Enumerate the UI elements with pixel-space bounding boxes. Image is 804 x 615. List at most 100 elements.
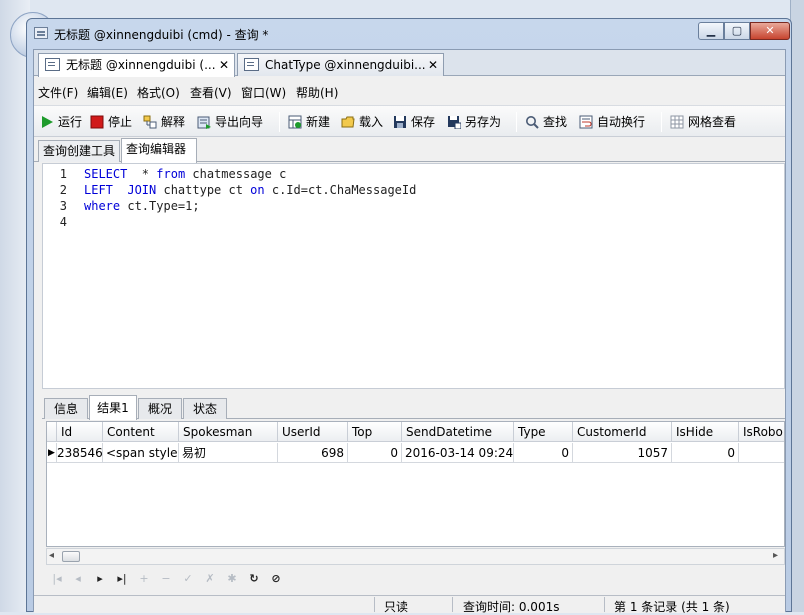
load-button[interactable]: 载入 (341, 113, 383, 131)
tab-query-editor[interactable]: 查询编辑器 (121, 138, 197, 163)
record-navigator: |◂ ◂ ▸ ▸| + − ✓ ✗ ✱ ↻ ⊘ (46, 570, 785, 590)
cell-customerid[interactable]: 1057 (573, 443, 672, 463)
word-wrap-button[interactable]: 自动换行 (579, 113, 645, 131)
tab-untitled-query[interactable]: 无标题 @xinnengduibi (... ✕ (38, 53, 235, 77)
new-button[interactable]: 新建 (288, 113, 330, 131)
add-record-icon[interactable]: + (137, 572, 151, 586)
column-header-senddatetime[interactable]: SendDatetime (402, 422, 514, 442)
save-as-label: 另存为 (465, 115, 502, 129)
grid-view-button[interactable]: 网格查看 (670, 113, 736, 131)
table-icon (45, 58, 60, 71)
next-record-icon[interactable]: ▸ (93, 572, 107, 586)
run-button[interactable]: 运行 (40, 113, 82, 131)
minimize-button[interactable]: ▁ (698, 22, 724, 40)
table-icon (244, 58, 259, 71)
last-record-icon[interactable]: ▸| (115, 572, 129, 586)
row-marker: ▶ (47, 443, 57, 463)
column-header-top[interactable]: Top (348, 422, 402, 442)
sql-token: chatmessage c (185, 167, 287, 181)
grid-view-label: 网格查看 (688, 115, 737, 129)
row-header-corner (47, 422, 57, 442)
menu-bar: 文件(F) 编辑(E) 格式(O) 查看(V) 窗口(W) 帮助(H) (34, 77, 785, 105)
toolbar-separator (661, 112, 662, 132)
cell-senddatetime[interactable]: 2016-03-14 09:24:4 (402, 443, 514, 463)
code-line[interactable]: SELECT * from chatmessage c (84, 167, 286, 181)
sql-keyword: on (250, 183, 265, 197)
clear-icon[interactable]: ✱ (225, 572, 239, 586)
status-separator (604, 597, 605, 612)
status-separator (452, 597, 453, 612)
tab-result1[interactable]: 结果1 (89, 395, 137, 420)
tab-profile[interactable]: 概况 (138, 398, 182, 419)
background-window-edge (790, 0, 804, 612)
menu-view[interactable]: 查看(V) (190, 84, 232, 101)
sql-token: chattype ct (156, 183, 251, 197)
stop-label: 停止 (108, 115, 133, 129)
save-as-button[interactable]: 另存为 (447, 113, 501, 131)
find-label: 查找 (543, 115, 568, 129)
record-count-status: 第 1 条记录 (共 1 条) (614, 600, 730, 614)
prev-record-icon[interactable]: ◂ (71, 572, 85, 586)
column-header-spokesman[interactable]: Spokesman (179, 422, 278, 442)
grid-icon (670, 115, 684, 129)
close-tab-icon[interactable]: ✕ (428, 54, 438, 76)
stop-button[interactable]: 停止 (90, 113, 132, 131)
tab-chattype[interactable]: ChatType @xinnengduibi... ✕ (237, 53, 444, 76)
word-wrap-icon (579, 115, 593, 129)
cell-ishide[interactable]: 0 (672, 443, 739, 463)
save-button[interactable]: 保存 (393, 113, 435, 131)
result-grid[interactable]: Id Content Spokesman UserId Top SendDate… (46, 421, 785, 547)
first-record-icon[interactable]: |◂ (50, 572, 64, 586)
scroll-thumb[interactable] (62, 551, 80, 562)
play-icon (40, 115, 54, 129)
scroll-right-icon[interactable]: ▸ (773, 550, 778, 561)
maximize-button[interactable]: ▢ (724, 22, 750, 40)
cell-content[interactable]: <span style= (103, 443, 179, 463)
menu-file[interactable]: 文件(F) (38, 84, 78, 101)
document-tabs: 无标题 @xinnengduibi (... ✕ ChatType @xinne… (34, 50, 785, 77)
discard-changes-icon[interactable]: ✗ (203, 572, 217, 586)
column-header-ishide[interactable]: IsHide (672, 422, 739, 442)
refresh-icon[interactable]: ↻ (247, 572, 261, 586)
tab-query-builder[interactable]: 查询创建工具 (38, 140, 120, 162)
cell-userid[interactable]: 698 (278, 443, 348, 463)
cell-top[interactable]: 0 (348, 443, 402, 463)
code-line[interactable]: LEFT JOIN chattype ct on c.Id=ct.ChaMess… (84, 183, 416, 197)
cell-isrobot[interactable] (739, 443, 784, 463)
column-header-isrobot[interactable]: IsRobo (739, 422, 784, 442)
close-tab-icon[interactable]: ✕ (219, 54, 229, 76)
menu-edit[interactable]: 编辑(E) (87, 84, 128, 101)
code-line[interactable]: where ct.Type=1; (84, 199, 200, 213)
menu-window[interactable]: 窗口(W) (241, 84, 286, 101)
title-bar[interactable]: 无标题 @xinnengduibi (cmd) - 查询 * ▁ ▢ ✕ (27, 19, 791, 49)
cell-spokesman[interactable]: 易初 (179, 443, 278, 463)
column-header-customerid[interactable]: CustomerId (573, 422, 672, 442)
stop-refresh-icon[interactable]: ⊘ (269, 572, 283, 586)
menu-format[interactable]: 格式(O) (137, 84, 180, 101)
explain-button[interactable]: 解释 (143, 113, 185, 131)
horizontal-scrollbar[interactable]: ◂ ▸ (46, 548, 785, 565)
scroll-left-icon[interactable]: ◂ (49, 550, 54, 561)
tab-info[interactable]: 信息 (44, 398, 88, 419)
find-button[interactable]: 查找 (525, 113, 567, 131)
column-header-userid[interactable]: UserId (278, 422, 348, 442)
run-label: 运行 (58, 115, 83, 129)
tab-status[interactable]: 状态 (183, 398, 227, 419)
column-header-content[interactable]: Content (103, 422, 179, 442)
export-wizard-label: 导出向导 (215, 115, 264, 129)
sql-editor[interactable]: 1 2 3 4 SELECT * from chatmessage c LEFT… (42, 163, 785, 389)
export-wizard-button[interactable]: 导出向导 (197, 113, 263, 131)
sql-keyword: from (156, 167, 186, 181)
column-header-type[interactable]: Type (514, 422, 573, 442)
apply-changes-icon[interactable]: ✓ (181, 572, 195, 586)
close-button[interactable]: ✕ (750, 22, 790, 40)
query-time-status: 查询时间: 0.001s (463, 600, 560, 614)
toolbar-separator (516, 112, 517, 132)
export-icon (197, 115, 211, 129)
delete-record-icon[interactable]: − (159, 572, 173, 586)
cell-type[interactable]: 0 (514, 443, 573, 463)
column-header-id[interactable]: Id (57, 422, 103, 442)
menu-help[interactable]: 帮助(H) (296, 84, 338, 101)
cell-id[interactable]: 238546 (57, 443, 103, 463)
sql-token: ; (192, 199, 200, 213)
